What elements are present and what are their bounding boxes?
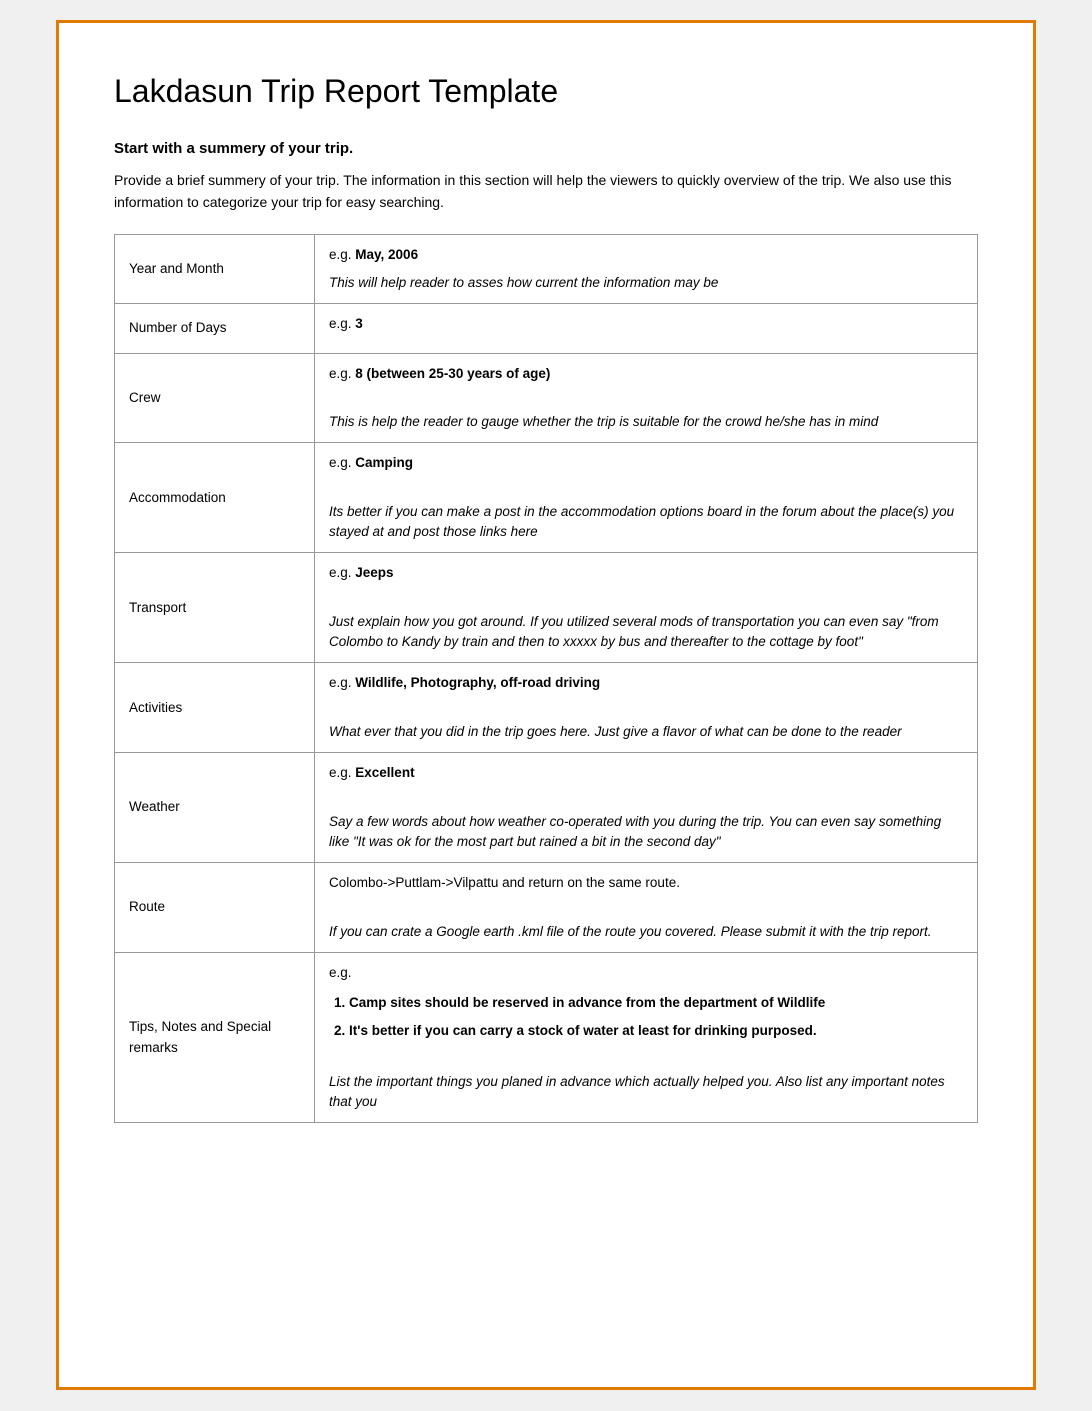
label-tips: Tips, Notes and Special remarks (115, 952, 315, 1123)
table-row: Transport e.g. Jeeps Just explain how yo… (115, 553, 978, 663)
content-activities: e.g. Wildlife, Photography, off-road dri… (315, 663, 978, 753)
table-row: Accommodation e.g. Camping Its better if… (115, 443, 978, 553)
tips-list-item-1: Camp sites should be reserved in advance… (349, 991, 963, 1015)
note-tips: List the important things you planed in … (329, 1072, 963, 1113)
label-number-of-days: Number of Days (115, 304, 315, 353)
example-accommodation: e.g. Camping (329, 453, 963, 473)
example-transport: e.g. Jeeps (329, 563, 963, 583)
note-accommodation: Its better if you can make a post in the… (329, 502, 963, 543)
example-number-of-days: e.g. 3 (329, 314, 963, 334)
section-heading: Start with a summery of your trip. (114, 140, 978, 157)
example-crew: e.g. 8 (between 25-30 years of age) (329, 364, 963, 384)
content-weather: e.g. Excellent Say a few words about how… (315, 753, 978, 863)
label-weather: Weather (115, 753, 315, 863)
content-crew: e.g. 8 (between 25-30 years of age) This… (315, 353, 978, 443)
example-year-month: e.g. May, 2006 (329, 245, 963, 265)
label-crew: Crew (115, 353, 315, 443)
example-tips: e.g. (329, 963, 963, 983)
note-crew: This is help the reader to gauge whether… (329, 412, 963, 432)
example-activities: e.g. Wildlife, Photography, off-road dri… (329, 673, 963, 693)
label-accommodation: Accommodation (115, 443, 315, 553)
table-row: Weather e.g. Excellent Say a few words a… (115, 753, 978, 863)
page-container: Lakdasun Trip Report Template Start with… (56, 20, 1036, 1390)
example-route: Colombo->Puttlam->Vilpattu and return on… (329, 873, 963, 893)
table-row: Number of Days e.g. 3 (115, 304, 978, 353)
page-title: Lakdasun Trip Report Template (114, 73, 978, 110)
note-activities: What ever that you did in the trip goes … (329, 722, 963, 742)
table-row: Activities e.g. Wildlife, Photography, o… (115, 663, 978, 753)
label-transport: Transport (115, 553, 315, 663)
table-row: Tips, Notes and Special remarks e.g. Cam… (115, 952, 978, 1123)
content-transport: e.g. Jeeps Just explain how you got arou… (315, 553, 978, 663)
note-year-month: This will help reader to asses how curre… (329, 273, 963, 293)
content-accommodation: e.g. Camping Its better if you can make … (315, 443, 978, 553)
content-number-of-days: e.g. 3 (315, 304, 978, 353)
tips-list-item-2: It's better if you can carry a stock of … (349, 1019, 963, 1043)
example-weather: e.g. Excellent (329, 763, 963, 783)
label-year-month: Year and Month (115, 234, 315, 304)
content-route: Colombo->Puttlam->Vilpattu and return on… (315, 863, 978, 953)
label-activities: Activities (115, 663, 315, 753)
content-year-month: e.g. May, 2006 This will help reader to … (315, 234, 978, 304)
summary-table: Year and Month e.g. May, 2006 This will … (114, 234, 978, 1124)
table-row: Route Colombo->Puttlam->Vilpattu and ret… (115, 863, 978, 953)
note-transport: Just explain how you got around. If you … (329, 612, 963, 653)
table-row: Year and Month e.g. May, 2006 This will … (115, 234, 978, 304)
tips-ordered-list: Camp sites should be reserved in advance… (349, 991, 963, 1044)
table-row: Crew e.g. 8 (between 25-30 years of age)… (115, 353, 978, 443)
intro-text: Provide a brief summery of your trip. Th… (114, 169, 978, 214)
label-route: Route (115, 863, 315, 953)
note-route: If you can crate a Google earth .kml fil… (329, 922, 963, 942)
note-weather: Say a few words about how weather co-ope… (329, 812, 963, 853)
content-tips: e.g. Camp sites should be reserved in ad… (315, 952, 978, 1123)
